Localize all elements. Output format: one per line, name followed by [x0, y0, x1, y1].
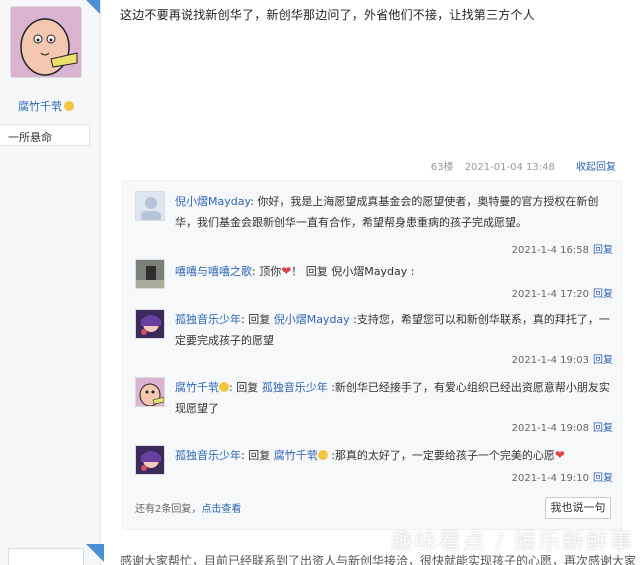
reply-body: 孤独音乐少年: 回复 倪小熠Mayday :支持您，希望您可以和新创华联系，真的…: [175, 309, 615, 351]
avatar[interactable]: [135, 445, 165, 475]
reply-target-user[interactable]: 孤独音乐少年: [262, 381, 328, 394]
reply-list: 倪小熠Mayday: 你好，我是上海愿望成真基金会的愿望使者，奥特曼的官方授权在…: [122, 180, 622, 530]
floor-number: 63楼: [430, 162, 454, 173]
reply-body: 孤独音乐少年: 回复 腐竹千茕 :那真的太好了，一定要给孩子一个完美的心愿❤: [175, 445, 615, 466]
floor-meta: 63楼 2021-01-04 13:48 收起回复: [431, 158, 616, 173]
reply-time: 2021-1-4 17:20: [511, 289, 589, 300]
collapse-reply-link[interactable]: 收起回复: [576, 162, 616, 173]
reply-username[interactable]: 孤独音乐少年: [175, 449, 241, 462]
reply-meta: 2021-1-4 19:08 回复: [512, 419, 613, 434]
reply-meta: 2021-1-4 19:10 回复: [512, 469, 613, 484]
photo-avatar-image: [136, 260, 164, 288]
anime-avatar-image: [136, 310, 164, 338]
reply-meta: 2021-1-4 19:03 回复: [512, 351, 613, 366]
reply-username[interactable]: 腐竹千茕: [175, 381, 219, 394]
reply-meta: 2021-1-4 16:58 回复: [512, 241, 613, 256]
avatar[interactable]: [135, 377, 165, 407]
next-avatar[interactable]: [8, 548, 84, 565]
reply-button[interactable]: 回复: [593, 289, 613, 300]
reply-username[interactable]: 倪小熠Mayday: [175, 195, 250, 208]
post-date: 2021-01-04 13:48: [464, 162, 555, 173]
reply-button[interactable]: 回复: [593, 355, 613, 366]
heart-icon: ❤: [554, 448, 565, 462]
avatar[interactable]: [135, 191, 165, 221]
reply-target-user[interactable]: 腐竹千茕: [274, 449, 318, 462]
anime-avatar-image: [136, 446, 164, 474]
heart-icon: ❤: [281, 264, 292, 278]
smiley-icon: [64, 101, 74, 111]
reply-button[interactable]: 回复: [593, 423, 613, 434]
reply-meta: 2021-1-4 17:20 回复: [512, 285, 613, 300]
reply-button[interactable]: 回复: [593, 473, 613, 484]
author-name-label[interactable]: 腐竹千茕: [18, 100, 62, 113]
more-replies: 还有2条回复，点击查看: [135, 500, 241, 515]
more-replies-text: 还有2条回复，: [135, 504, 202, 515]
reply-time: 2021-1-4 19:03: [511, 355, 589, 366]
reply-prefix: 回复: [248, 449, 274, 462]
avatar[interactable]: [10, 6, 82, 78]
reply-username[interactable]: 孤独音乐少年: [175, 313, 241, 326]
reply-time: 2021-1-4 16:58: [511, 245, 589, 256]
view-more-link[interactable]: 点击查看: [201, 504, 241, 515]
smiley-icon: [219, 382, 229, 392]
avatar[interactable]: [135, 309, 165, 339]
reply-username[interactable]: 嘻嘻与嘻嘻之歌: [175, 265, 252, 278]
smiley-icon: [317, 450, 328, 460]
reply-prefix: 回复: [248, 313, 274, 326]
cartoon-avatar-image: [11, 7, 81, 77]
reply-target-user[interactable]: 倪小熠Mayday: [274, 313, 350, 326]
post-content: 这边不要再说找新创华了，新创华那边问了，外省他们不接，让找第三方个人: [120, 8, 535, 22]
corner-badge: [86, 0, 100, 14]
author-name[interactable]: 腐竹千茕: [18, 98, 74, 114]
author-rank-label: 一所悬命: [8, 131, 52, 144]
reply-text: 顶你: [259, 265, 282, 278]
avatar[interactable]: [135, 259, 165, 289]
corner-badge-next: [86, 544, 104, 562]
reply-text-after: ！ 回复 倪小熠Mayday :: [291, 265, 415, 278]
reply-text: :那真的太好了，一定要给孩子一个完美的心愿: [327, 449, 555, 462]
reply-button[interactable]: 回复: [593, 245, 613, 256]
reply-body: 腐竹千茕: 回复 孤独音乐少年 :新创华已经接手了，有爱心组织已经出资愿意帮小朋…: [175, 377, 615, 419]
reply-prefix: 回复: [236, 381, 262, 394]
reply-time: 2021-1-4 19:08: [511, 423, 589, 434]
reply-time: 2021-1-4 19:10: [511, 473, 589, 484]
cartoon-avatar-image: [136, 378, 164, 406]
author-sidebar: 腐竹千茕 一所悬命: [0, 0, 104, 565]
reply-body: 嘻嘻与嘻嘻之歌: 顶你❤！ 回复 倪小熠Mayday :: [175, 261, 615, 282]
watermark: 趣味看点 / 娱乐新鲜事: [390, 530, 634, 555]
author-rank-badge: 一所悬命: [0, 124, 90, 146]
reply-body: 倪小熠Mayday: 你好，我是上海愿望成真基金会的愿望使者，奥特曼的官方授权在…: [175, 191, 615, 233]
default-avatar-icon: [136, 192, 164, 220]
add-comment-button[interactable]: 我也说一句: [545, 497, 611, 519]
